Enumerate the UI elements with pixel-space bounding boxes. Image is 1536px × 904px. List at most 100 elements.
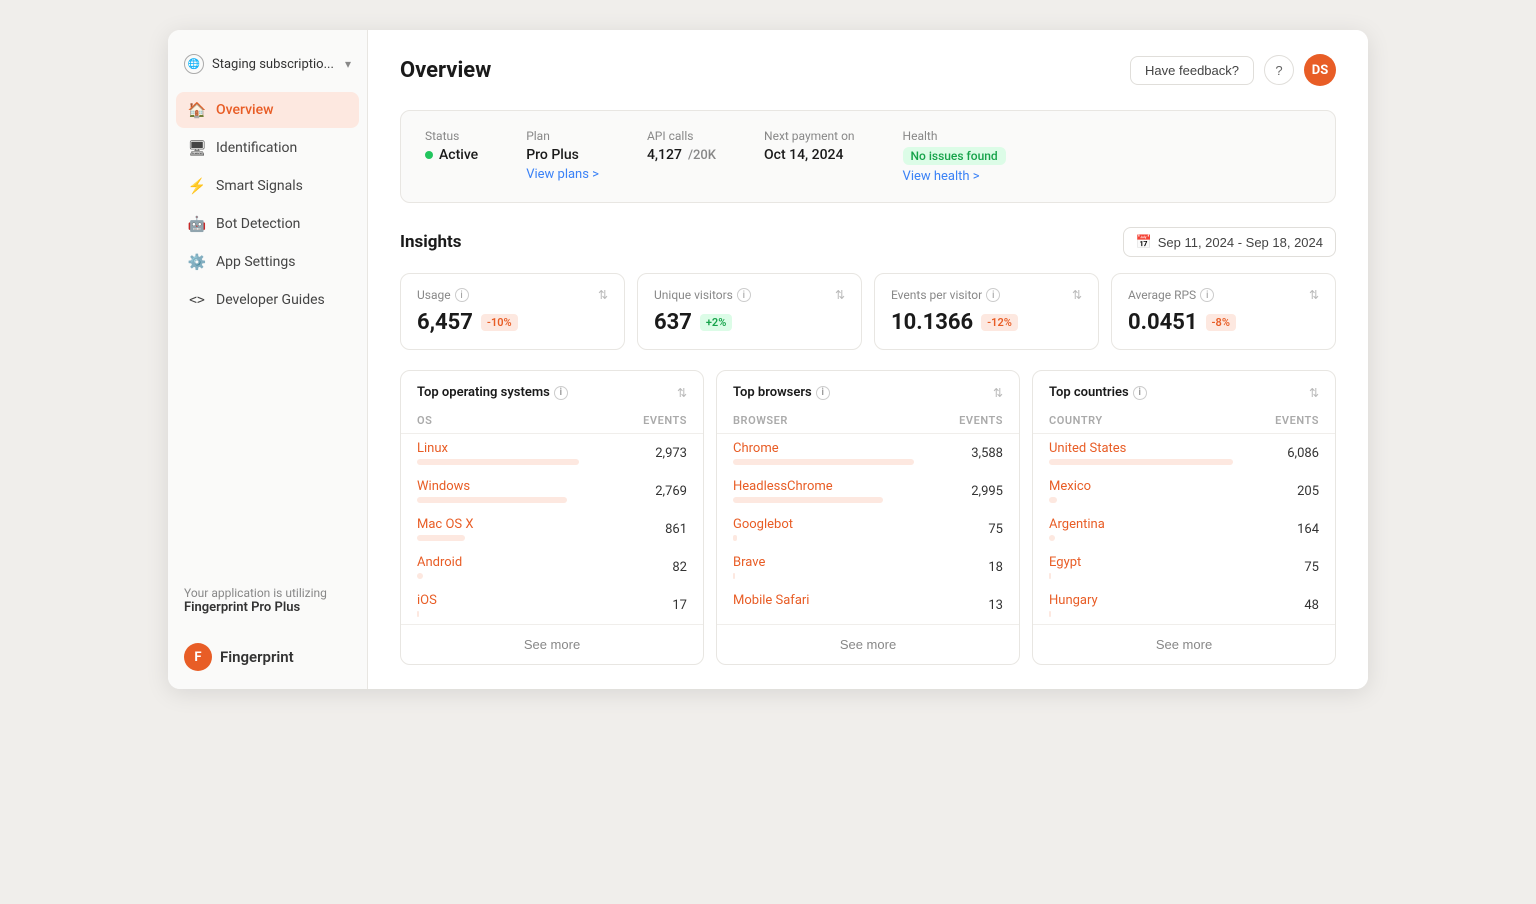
table-row-link-Mac OS X[interactable]: Mac OS X xyxy=(417,517,607,532)
table-sort-icon-top-browsers[interactable]: ⇅ xyxy=(993,386,1003,400)
api-calls-number: 4,127 xyxy=(647,147,682,163)
table-row-link-HeadlessChrome[interactable]: HeadlessChrome xyxy=(733,479,923,494)
table-info-icon-top-os[interactable]: i xyxy=(554,386,568,400)
view-health-link[interactable]: View health > xyxy=(903,169,1006,184)
chevron-down-icon: ▾ xyxy=(345,57,351,71)
table-row-value-iOS: 17 xyxy=(607,598,687,613)
sort-icon-usage[interactable]: ⇅ xyxy=(598,288,608,302)
metric-value-events-per-visitor: 10.1366 -12% xyxy=(891,310,1082,335)
info-icon-unique-visitors[interactable]: i xyxy=(737,288,751,302)
code-icon: <> xyxy=(188,291,206,309)
metric-card-average-rps: Average RPS i ⇅ 0.0451 -8% xyxy=(1111,273,1336,350)
table-row-link-Brave[interactable]: Brave xyxy=(733,555,923,570)
sort-icon-events-per-visitor[interactable]: ⇅ xyxy=(1072,288,1082,302)
table-row-link-Hungary[interactable]: Hungary xyxy=(1049,593,1239,608)
feedback-button[interactable]: Have feedback? xyxy=(1130,56,1254,85)
metrics-row: Usage i ⇅ 6,457 -10% Unique visitors i ⇅… xyxy=(400,273,1336,350)
table-row-bar xyxy=(1049,611,1051,617)
table-row-link-Googlebot[interactable]: Googlebot xyxy=(733,517,923,532)
metric-badge-average-rps: -8% xyxy=(1206,314,1236,331)
metric-value-average-rps: 0.0451 -8% xyxy=(1128,310,1319,335)
sidebar-item-smart-signals[interactable]: ⚡ Smart Signals xyxy=(176,168,359,204)
date-range-button[interactable]: 📅 Sep 11, 2024 - Sep 18, 2024 xyxy=(1123,227,1336,257)
calendar-icon: 📅 xyxy=(1136,234,1152,250)
table-row: Windows 2,769 xyxy=(401,472,703,510)
next-payment-label: Next payment on xyxy=(764,129,855,143)
sidebar: 🌐 Staging subscriptio... ▾ 🏠 Overview 🖥 … xyxy=(168,30,368,689)
subscription-label: Staging subscriptio... xyxy=(212,57,337,72)
table-row: Argentina 164 xyxy=(1033,510,1335,548)
avatar[interactable]: DS xyxy=(1304,54,1336,86)
view-plans-link[interactable]: View plans > xyxy=(526,167,599,182)
table-sort-icon-top-os[interactable]: ⇅ xyxy=(677,386,687,400)
table-row-link-Argentina[interactable]: Argentina xyxy=(1049,517,1239,532)
table-info-icon-top-browsers[interactable]: i xyxy=(816,386,830,400)
table-row-name: HeadlessChrome xyxy=(733,479,923,503)
table-row-link-Windows[interactable]: Windows xyxy=(417,479,607,494)
table-row-link-iOS[interactable]: iOS xyxy=(417,593,607,608)
see-more-button-top-countries[interactable]: See more xyxy=(1033,624,1335,664)
see-more-button-top-browsers[interactable]: See more xyxy=(717,624,1019,664)
table-row-value-Egypt: 75 xyxy=(1239,560,1319,575)
metric-card-unique-visitors: Unique visitors i ⇅ 637 +2% xyxy=(637,273,862,350)
health-label: Health xyxy=(903,129,1006,143)
next-payment-item: Next payment on Oct 14, 2024 xyxy=(764,129,855,163)
metric-badge-events-per-visitor: -12% xyxy=(981,314,1018,331)
bot-icon: 🤖 xyxy=(188,215,206,233)
api-calls-item: API calls 4,127/20K xyxy=(647,129,716,163)
table-row-name: Mobile Safari xyxy=(733,593,923,617)
table-row-link-Mobile Safari[interactable]: Mobile Safari xyxy=(733,593,923,608)
sidebar-identification-label: Identification xyxy=(216,140,297,156)
table-sort-icon-top-countries[interactable]: ⇅ xyxy=(1309,386,1319,400)
table-row-name: Android xyxy=(417,555,607,579)
header-actions: Have feedback? ? DS xyxy=(1130,54,1336,86)
metric-number-unique-visitors: 637 xyxy=(654,310,692,335)
table-row-value-Argentina: 164 xyxy=(1239,522,1319,537)
table-row-link-United States[interactable]: United States xyxy=(1049,441,1239,456)
status-item: Status Active xyxy=(425,129,478,163)
info-icon-usage[interactable]: i xyxy=(455,288,469,302)
subscription-selector[interactable]: 🌐 Staging subscriptio... ▾ xyxy=(168,48,367,92)
table-row-value-HeadlessChrome: 2,995 xyxy=(923,484,1003,499)
sidebar-bot-detection-label: Bot Detection xyxy=(216,216,300,232)
table-row: Android 82 xyxy=(401,548,703,586)
sort-icon-unique-visitors[interactable]: ⇅ xyxy=(835,288,845,302)
sort-icon-average-rps[interactable]: ⇅ xyxy=(1309,288,1319,302)
table-title-top-countries: Top countries i xyxy=(1049,385,1147,400)
sidebar-app-settings-label: App Settings xyxy=(216,254,295,270)
table-row-link-Mexico[interactable]: Mexico xyxy=(1049,479,1239,494)
table-row-bar xyxy=(733,573,735,579)
table-row-link-Linux[interactable]: Linux xyxy=(417,441,607,456)
table-row-link-Android[interactable]: Android xyxy=(417,555,607,570)
help-button[interactable]: ? xyxy=(1264,55,1294,85)
table-row-bar xyxy=(733,535,737,541)
metric-label-text-unique-visitors: Unique visitors xyxy=(654,288,733,302)
table-title-top-browsers: Top browsers i xyxy=(733,385,830,400)
table-row-link-Chrome[interactable]: Chrome xyxy=(733,441,923,456)
metric-card-events-per-visitor: Events per visitor i ⇅ 10.1366 -12% xyxy=(874,273,1099,350)
table-info-icon-top-countries[interactable]: i xyxy=(1133,386,1147,400)
col-label-2-top-os: EVENTS xyxy=(607,414,687,427)
sidebar-item-bot-detection[interactable]: 🤖 Bot Detection xyxy=(176,206,359,242)
metric-card-usage: Usage i ⇅ 6,457 -10% xyxy=(400,273,625,350)
table-row: Egypt 75 xyxy=(1033,548,1335,586)
info-icon-average-rps[interactable]: i xyxy=(1200,288,1214,302)
metric-label-events-per-visitor: Events per visitor i ⇅ xyxy=(891,288,1082,302)
table-row: Googlebot 75 xyxy=(717,510,1019,548)
api-calls-max: /20K xyxy=(688,148,716,163)
date-range-text: Sep 11, 2024 - Sep 18, 2024 xyxy=(1158,235,1323,250)
page-header: Overview Have feedback? ? DS xyxy=(400,54,1336,86)
sidebar-item-overview[interactable]: 🏠 Overview xyxy=(176,92,359,128)
table-row-link-Egypt[interactable]: Egypt xyxy=(1049,555,1239,570)
info-icon-events-per-visitor[interactable]: i xyxy=(986,288,1000,302)
sidebar-item-developer-guides[interactable]: <> Developer Guides xyxy=(176,282,359,318)
sidebar-overview-label: Overview xyxy=(216,102,273,118)
table-card-top-browsers: Top browsers i ⇅ BROWSER EVENTS Chrome 3… xyxy=(716,370,1020,665)
see-more-button-top-os[interactable]: See more xyxy=(401,624,703,664)
metric-number-usage: 6,457 xyxy=(417,310,473,335)
table-row-value-Mexico: 205 xyxy=(1239,484,1319,499)
subscription-icon: 🌐 xyxy=(184,54,204,74)
sidebar-item-identification[interactable]: 🖥 Identification xyxy=(176,130,359,166)
status-text: Active xyxy=(439,147,478,163)
sidebar-item-app-settings[interactable]: ⚙️ App Settings xyxy=(176,244,359,280)
